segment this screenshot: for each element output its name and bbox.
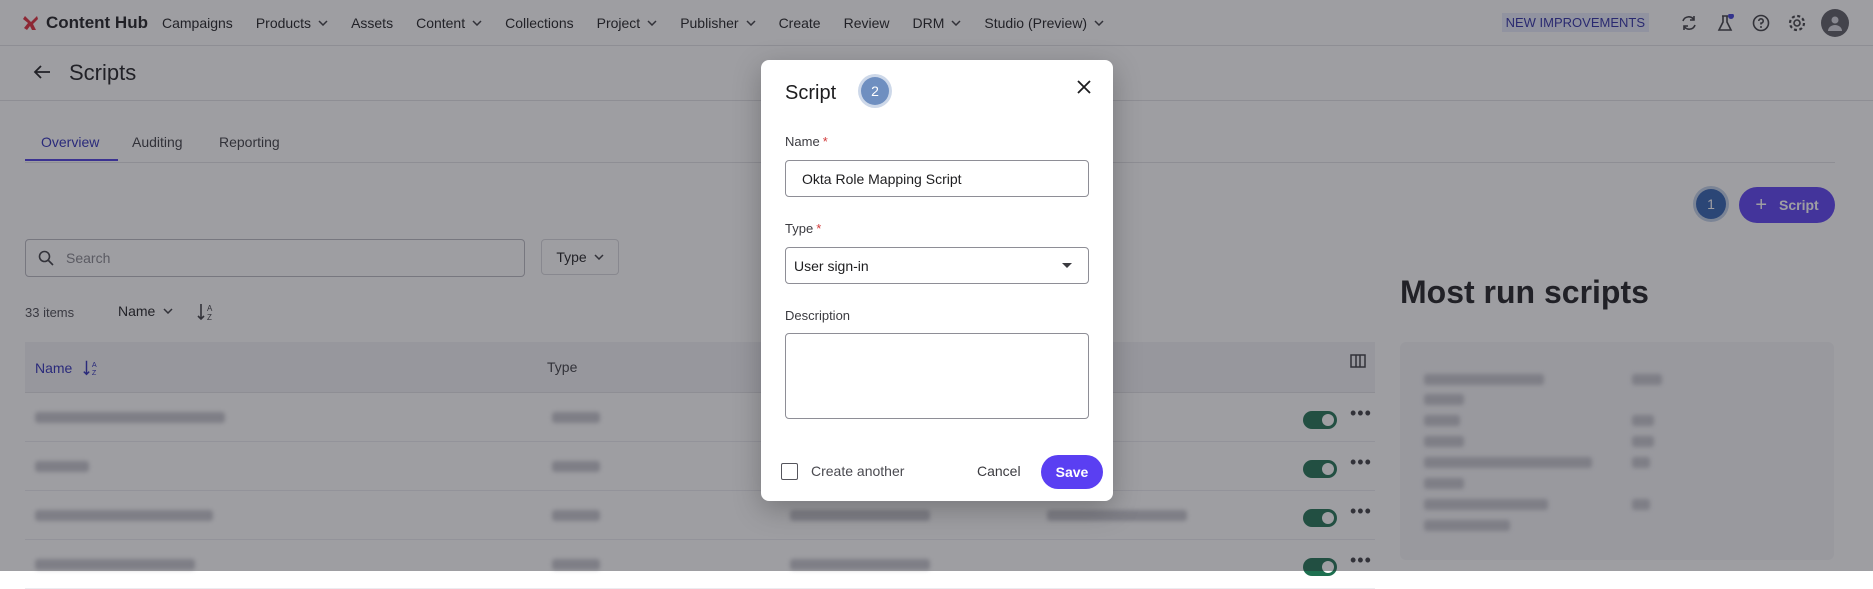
name-field-label: Name * bbox=[785, 134, 828, 149]
app-root: Content Hub Campaigns Products Assets Co… bbox=[0, 0, 1873, 589]
dialog-title: Script bbox=[785, 82, 837, 104]
name-field[interactable]: Okta Role Mapping Script bbox=[785, 160, 1089, 197]
script-dialog: Script 2 Name * Okta Role Mapping Script … bbox=[761, 60, 1113, 501]
label-text: Type bbox=[785, 221, 814, 236]
type-select-value: User sign-in bbox=[794, 257, 869, 274]
required-marker: * bbox=[816, 221, 822, 236]
description-field-label: Description bbox=[785, 308, 851, 323]
type-field-label: Type * bbox=[785, 221, 821, 236]
cancel-button[interactable]: Cancel bbox=[977, 463, 1021, 479]
close-icon[interactable] bbox=[1077, 80, 1091, 94]
name-field-value: Okta Role Mapping Script bbox=[802, 170, 962, 187]
type-select[interactable]: User sign-in bbox=[785, 247, 1089, 284]
label-text: Name bbox=[785, 134, 820, 149]
required-marker: * bbox=[822, 134, 828, 149]
step-marker-2: 2 bbox=[861, 77, 889, 105]
create-another-checkbox[interactable] bbox=[781, 463, 798, 480]
description-textarea[interactable] bbox=[785, 333, 1089, 419]
save-button[interactable]: Save bbox=[1041, 455, 1103, 489]
caret-down-icon bbox=[1062, 263, 1072, 268]
create-another-label[interactable]: Create another bbox=[811, 463, 904, 479]
